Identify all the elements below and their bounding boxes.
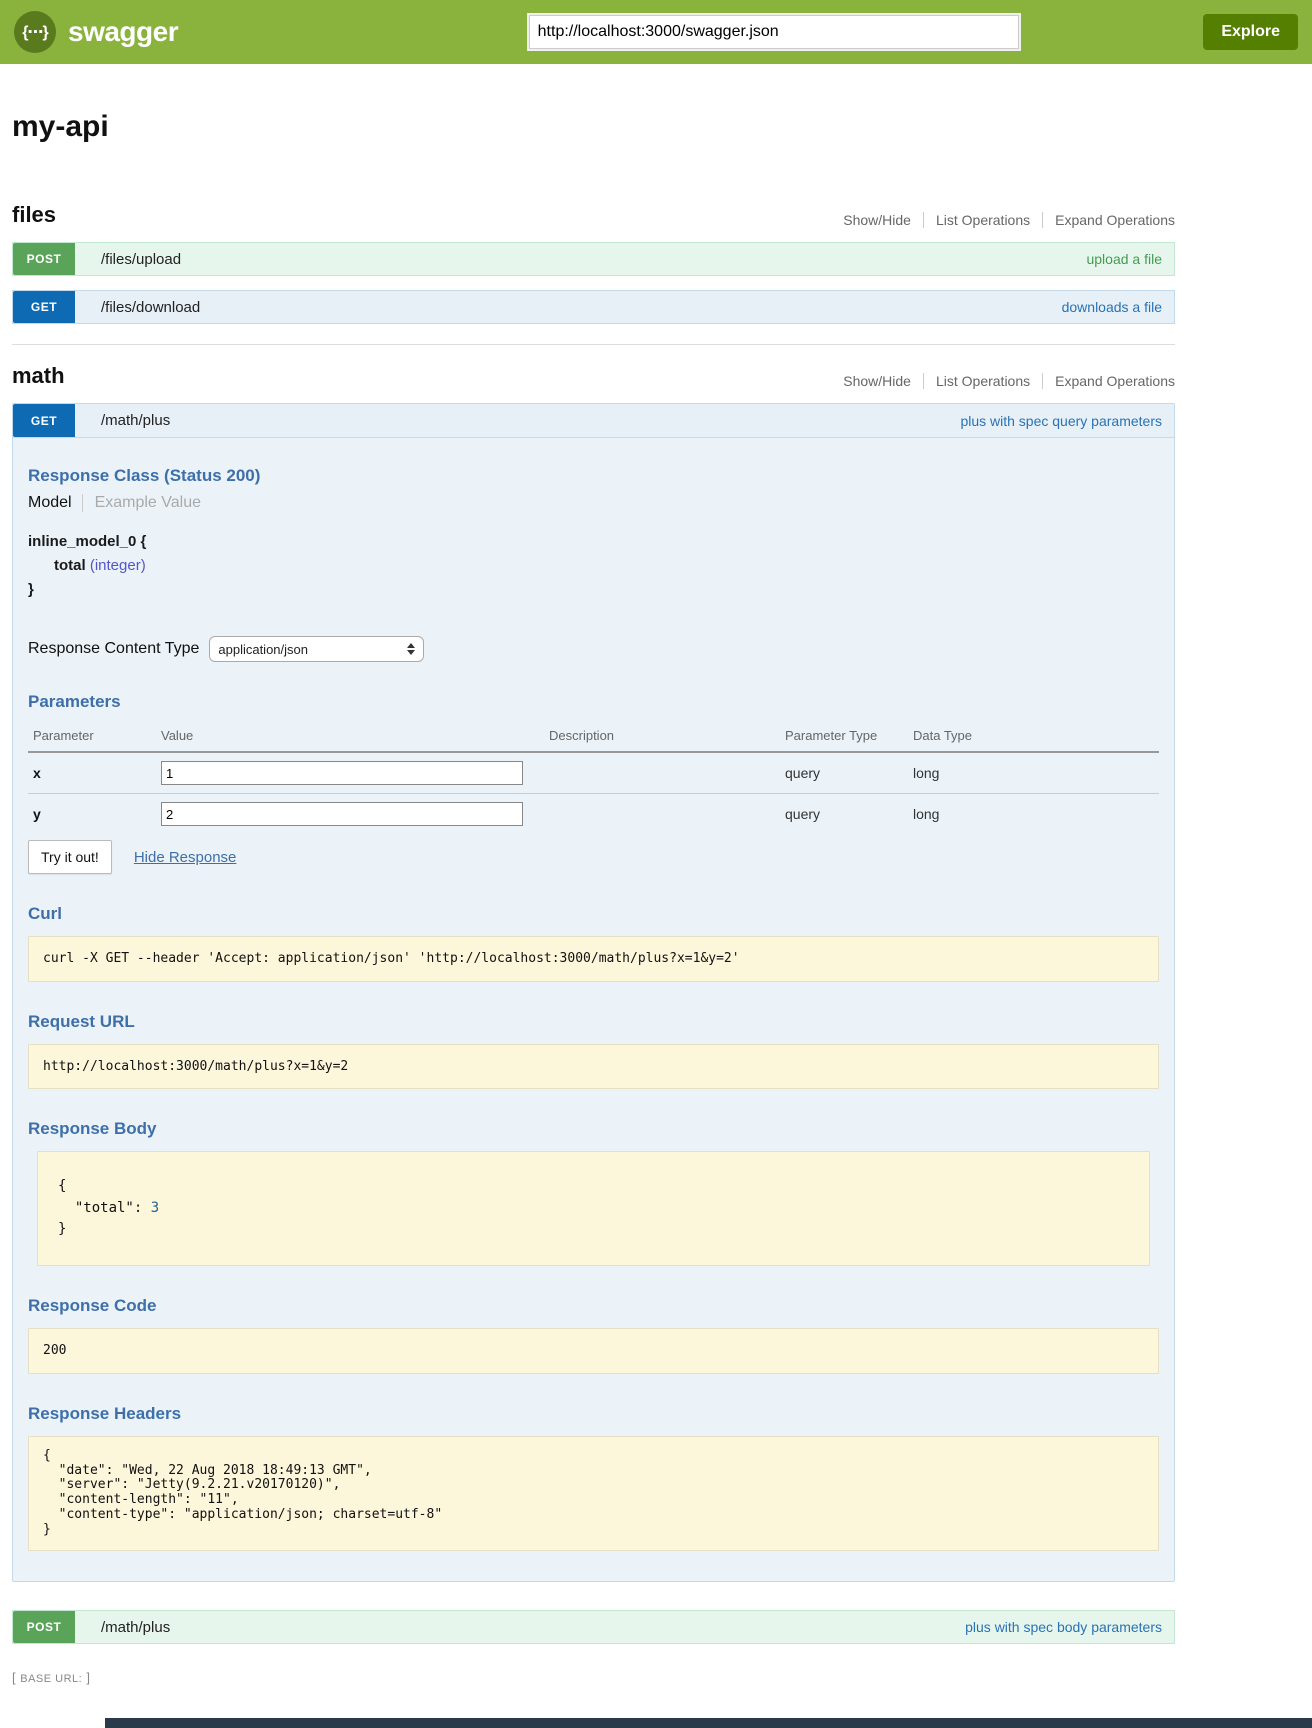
model-name: inline_model_0 { [28,530,1159,554]
response-body-number: 3 [151,1200,159,1216]
http-method-badge: GET [13,291,75,323]
parameters-heading: Parameters [28,692,1159,712]
response-body-json: { "total": 3 } [58,1176,1129,1241]
operation-path-link[interactable]: /math/plus [101,412,170,429]
hide-response-link[interactable]: Hide Response [134,849,237,866]
operation-get-files-download: GET /files/download downloads a file [12,290,1175,324]
response-code-box: 200 [28,1328,1159,1374]
operation-summary-link[interactable]: upload a file [1086,251,1162,267]
operation-path-link[interactable]: /files/upload [101,251,181,268]
parameter-value-input-x[interactable] [161,761,523,785]
selected-content-type: application/json [218,642,407,657]
response-headers-json: { "date": "Wed, 22 Aug 2018 18:49:13 GMT… [43,1449,1144,1539]
parameter-value-input-y[interactable] [161,802,523,826]
show-hide-link[interactable]: Show/Hide [831,212,923,228]
brand[interactable]: {⋯} swagger [14,11,434,53]
parameter-name: y [33,806,161,822]
tab-model[interactable]: Model [28,494,82,512]
explore-button[interactable]: Explore [1203,14,1298,50]
section-links-math: Show/Hide List Operations Expand Operati… [831,373,1175,389]
operation-post-math-plus: POST /math/plus plus with spec body para… [12,1610,1175,1644]
curl-heading: Curl [28,904,1159,924]
top-header-bar: {⋯} swagger Explore [0,0,1312,64]
operation-path-link[interactable]: /files/download [101,299,200,316]
operation-row[interactable]: POST /files/upload upload a file [12,242,1175,276]
operation-summary-link[interactable]: plus with spec query parameters [960,413,1162,429]
col-description: Description [549,728,785,743]
col-parameter-type: Parameter Type [785,728,913,743]
model-property-name: total [54,557,86,574]
swagger-url-input[interactable] [529,15,1019,49]
http-method-badge: GET [13,404,75,437]
base-url-label: BASE URL: [20,1673,82,1685]
operation-post-files-upload: POST /files/upload upload a file [12,242,1175,276]
section-math: math Show/Hide List Operations Expand Op… [12,344,1175,1644]
parameter-name: x [33,765,161,781]
section-title-files: files [12,202,56,228]
col-data-type: Data Type [913,728,1159,743]
base-url-footer: [ BASE URL: ] [12,1670,1312,1685]
request-url-box: http://localhost:3000/math/plus?x=1&y=2 [28,1044,1159,1090]
curl-command: curl -X GET --header 'Accept: applicatio… [43,949,1144,969]
operation-get-math-plus: GET /math/plus plus with spec query para… [12,403,1175,1582]
model-close-brace: } [28,578,1159,602]
parameter-data-type: long [913,806,1159,822]
parameter-row-y: y query long [28,794,1159,834]
response-content-type-select[interactable]: application/json [209,636,424,662]
list-operations-link[interactable]: List Operations [923,373,1042,389]
operation-summary-link[interactable]: downloads a file [1062,299,1162,315]
show-hide-link[interactable]: Show/Hide [831,373,923,389]
swagger-logo-icon: {⋯} [14,11,56,53]
operation-row[interactable]: GET /files/download downloads a file [12,290,1175,324]
response-body-box: { "total": 3 } [37,1151,1150,1266]
request-url-heading: Request URL [28,1012,1159,1032]
section-links-files: Show/Hide List Operations Expand Operati… [831,212,1175,228]
http-method-badge: POST [13,1611,75,1643]
response-class-heading: Response Class (Status 200) [28,466,1159,486]
parameter-type: query [785,806,913,822]
parameters-header-row: Parameter Value Description Parameter Ty… [28,722,1159,753]
response-code-heading: Response Code [28,1296,1159,1316]
operation-path-link[interactable]: /math/plus [101,1619,170,1636]
try-it-out-button[interactable]: Try it out! [28,840,112,874]
response-content-type-label: Response Content Type [28,640,199,658]
parameter-data-type: long [913,765,1159,781]
curl-command-box: curl -X GET --header 'Accept: applicatio… [28,936,1159,982]
operation-row[interactable]: GET /math/plus plus with spec query para… [13,404,1174,438]
response-body-heading: Response Body [28,1119,1159,1139]
select-arrows-icon [407,643,415,655]
operation-summary-link[interactable]: plus with spec body parameters [965,1619,1162,1635]
response-code-value: 200 [43,1341,1144,1361]
tab-example-value[interactable]: Example Value [82,494,201,512]
brand-name: swagger [68,16,178,48]
model-signature: inline_model_0 { total (integer) } [28,530,1159,602]
response-headers-box: { "date": "Wed, 22 Aug 2018 18:49:13 GMT… [28,1436,1159,1552]
parameter-type: query [785,765,913,781]
col-value: Value [161,728,549,743]
request-url-value: http://localhost:3000/math/plus?x=1&y=2 [43,1057,1144,1077]
page-title: my-api [12,110,1175,144]
operation-row[interactable]: POST /math/plus plus with spec body para… [12,1610,1175,1644]
parameter-row-x: x query long [28,753,1159,794]
parameters-table: Parameter Value Description Parameter Ty… [28,722,1159,834]
expand-operations-link[interactable]: Expand Operations [1042,373,1175,389]
col-parameter: Parameter [33,728,161,743]
footer-bar [105,1718,1312,1728]
section-files: files Show/Hide List Operations Expand O… [12,184,1175,324]
expand-operations-link[interactable]: Expand Operations [1042,212,1175,228]
model-tabs: Model Example Value [28,494,1159,512]
operation-details-panel: Response Class (Status 200) Model Exampl… [13,438,1174,1581]
list-operations-link[interactable]: List Operations [923,212,1042,228]
response-headers-heading: Response Headers [28,1404,1159,1424]
section-title-math: math [12,363,65,389]
http-method-badge: POST [13,243,75,275]
model-property-type: (integer) [90,557,146,574]
